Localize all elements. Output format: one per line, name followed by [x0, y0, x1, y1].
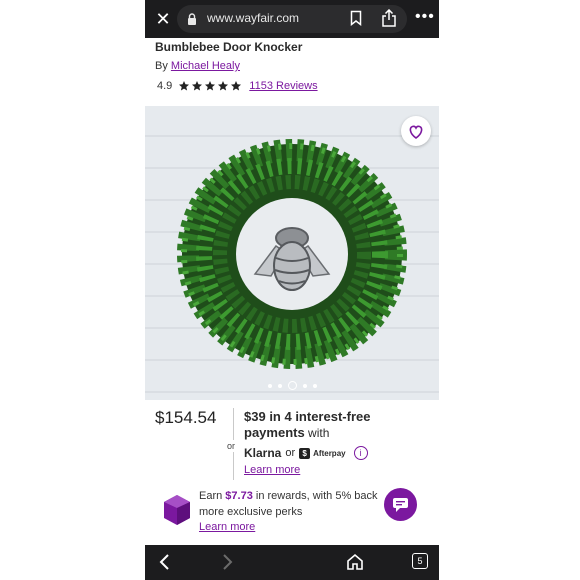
installment-text-3: with [304, 426, 330, 440]
star-icon [218, 81, 229, 91]
home-icon[interactable] [346, 553, 364, 571]
installment-amount: $39 [244, 409, 266, 424]
klarna-logo: Klarna [244, 446, 282, 460]
gallery-dot[interactable] [302, 383, 307, 388]
star-icon [179, 81, 190, 91]
product-title: Bumblebee Door Knocker [155, 40, 303, 54]
forward-icon[interactable] [219, 553, 235, 571]
tabs-icon[interactable]: 5 [412, 553, 428, 569]
payment-providers: Klarna or $ Afterpay i [244, 446, 368, 460]
star-rating [178, 80, 243, 92]
gallery-dot[interactable] [267, 383, 272, 388]
financing-learn-more-link[interactable]: Learn more [244, 464, 300, 476]
byline: By Michael Healy [155, 60, 240, 72]
url-text[interactable]: www.wayfair.com [207, 11, 299, 25]
info-icon[interactable]: i [353, 446, 368, 460]
installment-text-2: payments [244, 425, 305, 440]
afterpay-icon: $ [299, 447, 311, 459]
rewards-text: Earn $7.73 in rewards, with 5% back more … [199, 488, 389, 520]
designer-link[interactable]: Michael Healy [171, 60, 240, 72]
product-image[interactable] [145, 106, 439, 400]
installment-offer: $39 in 4 interest-free payments with [244, 409, 404, 441]
browser-bottom-bar: 5 [145, 545, 439, 580]
afterpay-logo: $ Afterpay [299, 447, 346, 459]
gallery-dot[interactable] [312, 383, 317, 388]
share-icon[interactable] [381, 9, 397, 27]
wreath-image [145, 106, 439, 400]
rewards-amount: $7.73 [225, 490, 253, 502]
product-price: $154.54 [155, 408, 217, 427]
gem-icon [164, 495, 190, 525]
browser-top-bar: ✕ www.wayfair.com ••• [145, 0, 439, 38]
rating-row: 4.9 1153 Reviews [157, 80, 318, 92]
earn-prefix: Earn [199, 490, 226, 502]
gallery-dots[interactable] [145, 381, 439, 390]
reviews-link[interactable]: 1153 Reviews [249, 80, 317, 92]
favorite-button[interactable] [401, 116, 431, 146]
phone-viewport: ✕ www.wayfair.com ••• Bumblebee Door Kno… [145, 0, 439, 580]
star-icon [192, 81, 203, 91]
star-icon [205, 81, 216, 91]
afterpay-label: Afterpay [313, 448, 346, 458]
close-icon[interactable]: ✕ [153, 9, 173, 29]
installment-text: in 4 interest-free [265, 409, 371, 424]
provider-connector: or [285, 447, 296, 459]
bookmark-icon[interactable] [350, 10, 362, 26]
lock-icon [188, 13, 196, 25]
rewards-learn-more-link[interactable]: Learn more [199, 521, 255, 533]
back-icon[interactable] [157, 553, 173, 571]
more-icon[interactable]: ••• [415, 8, 435, 26]
star-icon [231, 81, 242, 91]
rating-value: 4.9 [157, 80, 173, 92]
heart-icon [409, 125, 423, 139]
chat-icon [393, 498, 408, 512]
chat-button[interactable] [384, 488, 417, 521]
gallery-dot-active[interactable] [287, 381, 297, 390]
earn-suffix: in rewards, with 5% back [252, 490, 378, 502]
or-label: or [227, 440, 236, 452]
gallery-dot[interactable] [277, 383, 282, 388]
by-label: By [155, 60, 168, 72]
rewards-more: more exclusive perks [199, 506, 303, 518]
